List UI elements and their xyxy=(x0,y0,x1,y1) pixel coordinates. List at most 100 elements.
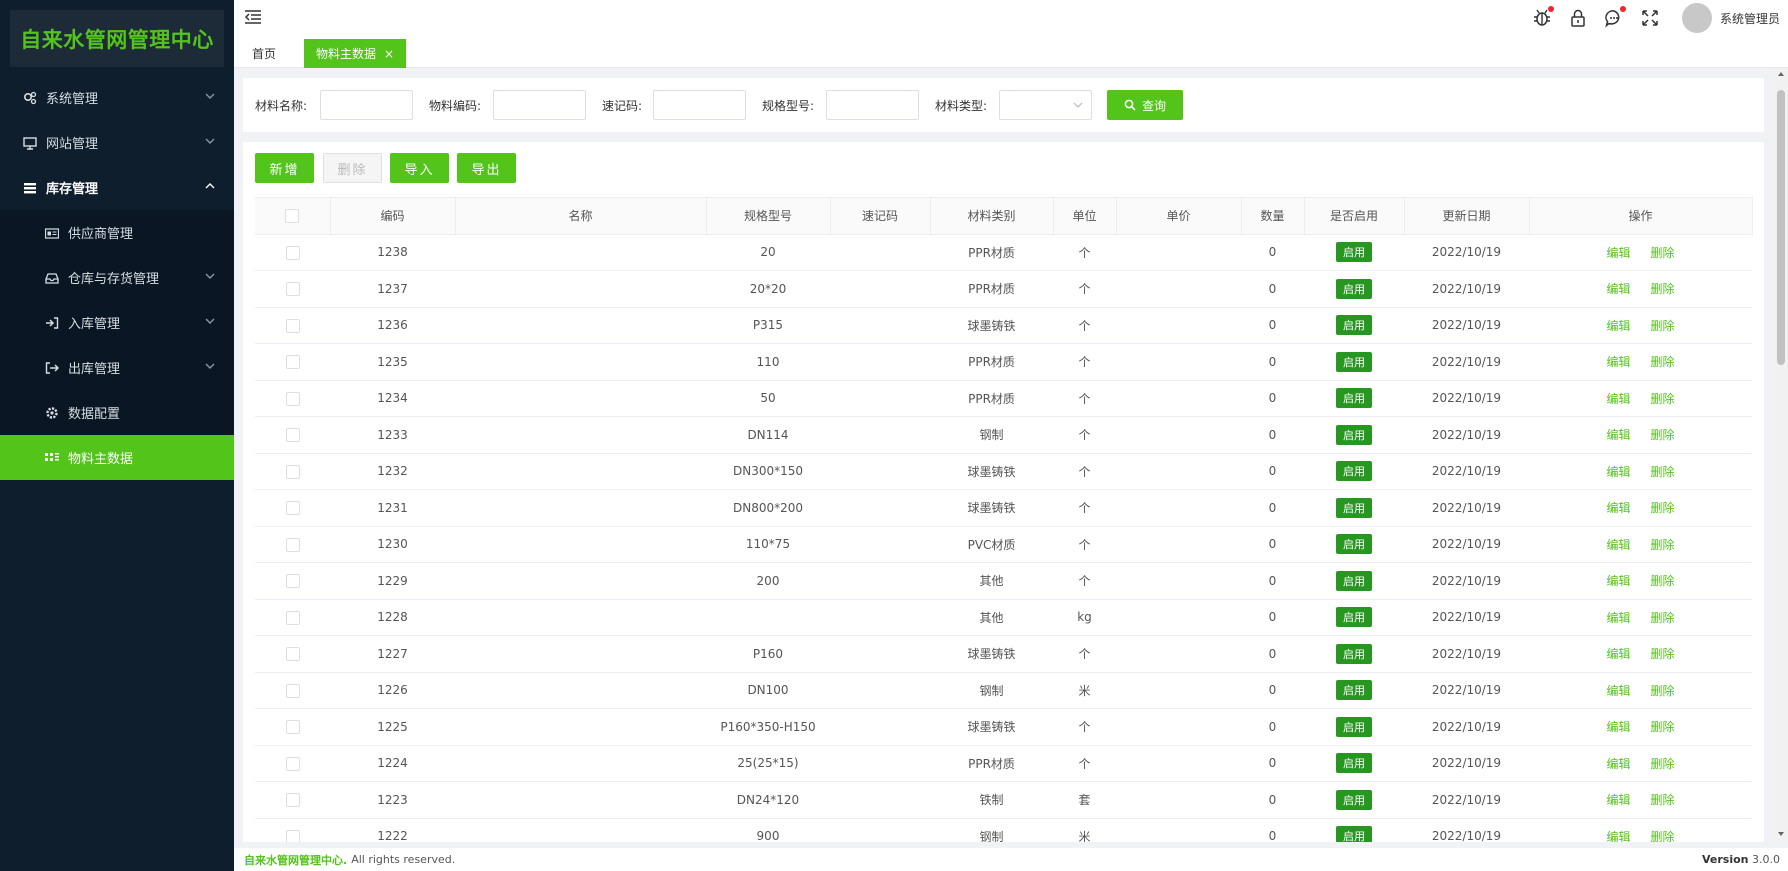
message-icon[interactable] xyxy=(1604,6,1626,28)
delete-button[interactable]: 删除 xyxy=(323,153,382,183)
sidebar-item-suppliers[interactable]: 供应商管理 xyxy=(0,210,234,255)
delete-link[interactable]: 删除 xyxy=(1651,757,1675,771)
sidebar-item-warehouse[interactable]: 仓库与存货管理 xyxy=(0,255,234,300)
row-checkbox[interactable] xyxy=(285,391,300,406)
material-code-input[interactable] xyxy=(493,90,586,120)
fullscreen-icon[interactable] xyxy=(1640,8,1660,28)
row-checkbox[interactable] xyxy=(285,829,300,842)
table-row[interactable]: 1224 25(25*15) PPR材质个 0 启用 2022/10/19 编辑 删除 xyxy=(255,744,1752,782)
edit-link[interactable]: 编辑 xyxy=(1606,282,1630,296)
table-row[interactable]: 1235 110 PPR材质个 0 启用 2022/10/19 编辑 删除 xyxy=(255,343,1752,381)
delete-link[interactable]: 删除 xyxy=(1651,830,1675,842)
delete-link[interactable]: 删除 xyxy=(1651,246,1675,260)
edit-link[interactable]: 编辑 xyxy=(1606,319,1630,333)
row-checkbox[interactable] xyxy=(285,282,300,296)
scroll-down-icon[interactable] xyxy=(1777,830,1785,838)
material-type-select[interactable] xyxy=(999,90,1092,120)
edit-link[interactable]: 编辑 xyxy=(1606,501,1630,515)
sidebar-item-outbound[interactable]: 出库管理 xyxy=(0,345,234,390)
spec-input[interactable] xyxy=(826,90,919,120)
delete-link[interactable]: 删除 xyxy=(1651,647,1675,661)
delete-link[interactable]: 删除 xyxy=(1651,611,1675,625)
edit-link[interactable]: 编辑 xyxy=(1606,538,1630,552)
bug-icon[interactable] xyxy=(1532,6,1554,28)
page-scrollbar[interactable] xyxy=(1774,68,1788,840)
query-button[interactable]: 查询 xyxy=(1107,90,1183,120)
table-row[interactable]: 1222 900 钢制米 0 启用 2022/10/19 编辑 删除 xyxy=(255,817,1752,842)
edit-link[interactable]: 编辑 xyxy=(1606,793,1630,807)
sidebar-item-inventory[interactable]: 库存管理 xyxy=(0,165,234,210)
edit-link[interactable]: 编辑 xyxy=(1606,428,1630,442)
table-row[interactable]: 1225 P160*350-H150 球墨铸铁个 0 启用 2022/10/19 编辑 删除 xyxy=(255,708,1752,746)
row-checkbox[interactable] xyxy=(285,793,300,807)
table-row[interactable]: 1226 DN100 钢制米 0 启用 2022/10/19 编辑 删除 xyxy=(255,671,1752,709)
delete-link[interactable]: 删除 xyxy=(1651,684,1675,698)
table-row[interactable]: 1233 DN114 钢制个 0 启用 2022/10/19 编辑 删除 xyxy=(255,416,1752,454)
sidebar-item-material-master[interactable]: 物料主数据 xyxy=(0,435,234,480)
delete-link[interactable]: 删除 xyxy=(1651,538,1675,552)
table-row[interactable]: 1223 DN24*120 铁制套 0 启用 2022/10/19 编辑 删除 xyxy=(255,781,1752,819)
row-checkbox[interactable] xyxy=(285,428,300,442)
row-checkbox[interactable] xyxy=(285,720,300,734)
delete-link[interactable]: 删除 xyxy=(1651,392,1675,406)
table-row[interactable]: 1237 20*20 PPR材质个 0 启用 2022/10/19 编辑 删除 xyxy=(255,270,1752,308)
row-checkbox[interactable] xyxy=(285,501,300,515)
edit-link[interactable]: 编辑 xyxy=(1606,647,1630,661)
row-checkbox[interactable] xyxy=(285,537,300,552)
edit-link[interactable]: 编辑 xyxy=(1606,392,1630,406)
sidebar-item-inbound[interactable]: 入库管理 xyxy=(0,300,234,345)
tab-home[interactable]: 首页 xyxy=(240,39,288,68)
edit-link[interactable]: 编辑 xyxy=(1606,720,1630,734)
import-button[interactable]: 导入 xyxy=(390,153,449,183)
edit-link[interactable]: 编辑 xyxy=(1606,465,1630,479)
row-checkbox[interactable] xyxy=(285,647,300,661)
delete-link[interactable]: 删除 xyxy=(1651,501,1675,515)
table-row[interactable]: 1234 50 PPR材质个 0 启用 2022/10/19 编辑 删除 xyxy=(255,379,1752,417)
row-checkbox[interactable] xyxy=(285,756,300,771)
row-checkbox[interactable] xyxy=(285,464,300,479)
delete-link[interactable]: 删除 xyxy=(1651,355,1675,369)
material-name-input[interactable] xyxy=(320,90,413,120)
edit-link[interactable]: 编辑 xyxy=(1606,684,1630,698)
row-checkbox[interactable] xyxy=(285,683,300,698)
edit-link[interactable]: 编辑 xyxy=(1606,611,1630,625)
delete-link[interactable]: 删除 xyxy=(1651,720,1675,734)
edit-link[interactable]: 编辑 xyxy=(1606,246,1630,260)
table-row[interactable]: 1236 P315 球墨铸铁个 0 启用 2022/10/19 编辑 删除 xyxy=(255,306,1752,344)
table-row[interactable]: 1228 其他 kg 0 启用 2022/10/19 编辑 删除 xyxy=(255,598,1752,636)
export-button[interactable]: 导出 xyxy=(457,153,516,183)
lock-icon[interactable] xyxy=(1568,8,1588,28)
delete-link[interactable]: 删除 xyxy=(1651,793,1675,807)
select-all-checkbox[interactable] xyxy=(285,209,300,223)
row-checkbox[interactable] xyxy=(285,574,300,588)
delete-link[interactable]: 删除 xyxy=(1651,574,1675,588)
sidebar-item-system[interactable]: 系统管理 xyxy=(0,75,234,120)
row-checkbox[interactable] xyxy=(285,355,300,369)
delete-link[interactable]: 删除 xyxy=(1651,319,1675,333)
delete-link[interactable]: 删除 xyxy=(1651,465,1675,479)
row-checkbox[interactable] xyxy=(285,245,300,260)
user-name[interactable]: 系统管理员 xyxy=(1720,10,1780,27)
shorthand-code-input[interactable] xyxy=(653,90,746,120)
edit-link[interactable]: 编辑 xyxy=(1606,757,1630,771)
avatar[interactable] xyxy=(1681,3,1712,33)
scroll-up-icon[interactable] xyxy=(1777,70,1785,78)
row-checkbox[interactable] xyxy=(285,610,300,625)
edit-link[interactable]: 编辑 xyxy=(1606,830,1630,842)
close-icon[interactable]: × xyxy=(384,47,394,61)
table-row[interactable]: 1238 20 PPR材质个 0 启用 2022/10/19 编辑 删除 xyxy=(255,233,1752,271)
table-row[interactable]: 1229 200 其他个 0 启用 2022/10/19 编辑 删除 xyxy=(255,562,1752,600)
edit-link[interactable]: 编辑 xyxy=(1606,574,1630,588)
table-row[interactable]: 1231 DN800*200 球墨铸铁个 0 启用 2022/10/19 编辑 删除 xyxy=(255,489,1752,527)
edit-link[interactable]: 编辑 xyxy=(1606,355,1630,369)
scrollbar-thumb[interactable] xyxy=(1777,90,1785,365)
menu-fold-icon[interactable] xyxy=(244,9,262,25)
table-row[interactable]: 1232 DN300*150 球墨铸铁个 0 启用 2022/10/19 编辑 删除 xyxy=(255,452,1752,490)
table-row[interactable]: 1227 P160 球墨铸铁个 0 启用 2022/10/19 编辑 删除 xyxy=(255,635,1752,673)
delete-link[interactable]: 删除 xyxy=(1651,282,1675,296)
table-row[interactable]: 1230 110*75 PVC材质个 0 启用 2022/10/19 编辑 删除 xyxy=(255,525,1752,563)
tab-material-master[interactable]: 物料主数据 × xyxy=(304,39,407,68)
add-button[interactable]: 新增 xyxy=(255,153,314,183)
delete-link[interactable]: 删除 xyxy=(1651,428,1675,442)
sidebar-item-website[interactable]: 网站管理 xyxy=(0,120,234,165)
